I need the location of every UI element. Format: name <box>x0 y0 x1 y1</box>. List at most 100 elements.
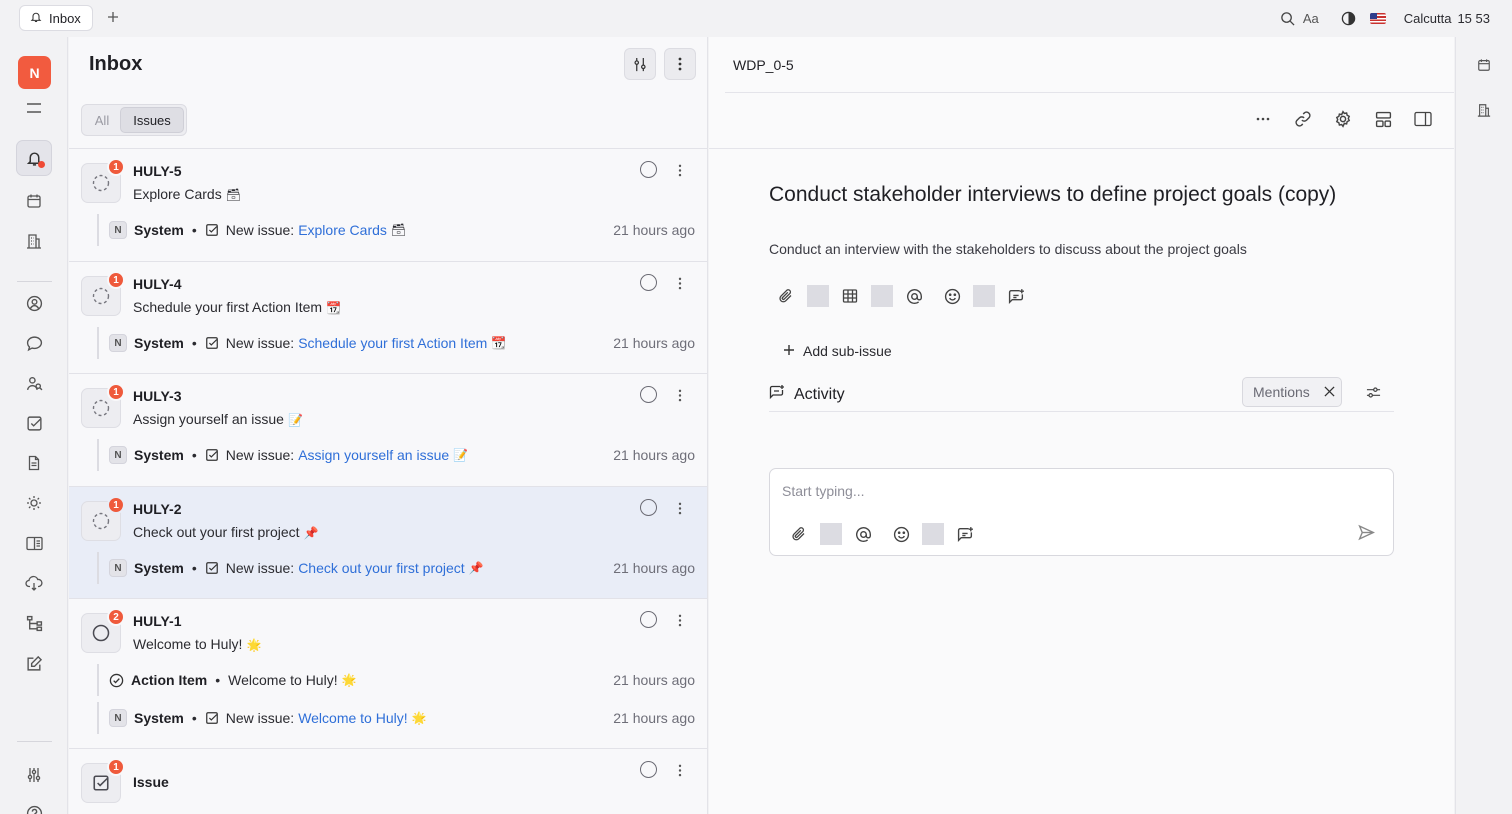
mark-read-toggle[interactable] <box>640 161 657 178</box>
inbox-more-button[interactable] <box>664 48 696 80</box>
notification-row[interactable]: N System • New issue: Schedule your firs… <box>97 327 695 359</box>
sidebar-toggle-icon[interactable] <box>1412 108 1434 130</box>
office-building-icon[interactable] <box>1476 102 1492 118</box>
issue-description[interactable]: Conduct an interview with the stakeholde… <box>769 241 1247 257</box>
add-reaction-icon[interactable] <box>954 523 976 545</box>
emoji-icon[interactable] <box>890 523 912 545</box>
card-more-button[interactable] <box>672 386 688 404</box>
tab-label: Inbox <box>49 10 81 26</box>
card-more-button[interactable] <box>672 761 688 779</box>
issue-link[interactable]: Assign yourself an issue <box>298 447 449 463</box>
issue-id[interactable]: Issue <box>133 774 169 790</box>
mark-read-toggle[interactable] <box>640 274 657 291</box>
tab-all[interactable]: All <box>84 107 120 133</box>
inbox-view-options-button[interactable] <box>624 48 656 80</box>
card-more-button[interactable] <box>672 274 688 292</box>
inbox-card[interactable]: 1 Issue <box>69 749 707 814</box>
calendar-icon[interactable] <box>1476 57 1492 73</box>
notification-row[interactable]: N System • New issue: Assign yourself an… <box>97 439 695 471</box>
documents-icon[interactable] <box>16 445 52 481</box>
calendar-icon[interactable] <box>16 183 52 219</box>
chat-icon[interactable] <box>16 325 52 361</box>
notification-row[interactable]: N System • New issue: Check out your fir… <box>97 552 695 584</box>
notification-row[interactable]: N System • New issue: Welcome to Huly! 🌟… <box>97 702 695 734</box>
issue-link[interactable]: Explore Cards <box>298 222 387 238</box>
mentions-filter-chip[interactable]: Mentions <box>1242 377 1342 407</box>
activity-filter-icon[interactable] <box>1363 382 1383 402</box>
language-flag-icon[interactable] <box>1369 12 1386 24</box>
mark-read-toggle[interactable] <box>640 761 657 778</box>
inbox-card-selected[interactable]: 1 HULY-2 Check out your first project 📌 N… <box>69 487 707 599</box>
gear-icon[interactable] <box>1332 108 1354 130</box>
mention-icon[interactable] <box>852 523 874 545</box>
layout-icon[interactable] <box>1372 108 1394 130</box>
office-building-icon[interactable] <box>16 223 52 259</box>
issue-detail-panel: WDP_0-5 Conduct stakeholder interviews t… <box>709 37 1454 814</box>
send-icon[interactable] <box>1358 524 1376 544</box>
bell-icon <box>30 11 42 26</box>
mark-read-toggle[interactable] <box>640 499 657 516</box>
issue-title: Check out your first project 📌 <box>133 524 319 540</box>
comment-composer[interactable]: Start typing... <box>769 468 1394 556</box>
inbox-filter-tabs: All Issues <box>81 104 187 136</box>
issue-id[interactable]: HULY-2 <box>133 501 182 517</box>
issue-title-field[interactable]: Conduct stakeholder interviews to define… <box>769 183 1336 207</box>
tab-issues[interactable]: Issues <box>120 107 184 133</box>
issue-id[interactable]: HULY-5 <box>133 163 182 179</box>
mark-read-toggle[interactable] <box>640 386 657 403</box>
close-icon[interactable] <box>1324 384 1335 400</box>
search-icon[interactable] <box>1280 11 1295 26</box>
more-horizontal-icon[interactable] <box>1252 108 1274 130</box>
mark-read-toggle[interactable] <box>640 611 657 628</box>
card-more-button[interactable] <box>672 499 688 517</box>
add-reaction-icon[interactable] <box>1005 285 1027 307</box>
inbox-bell-icon[interactable] <box>16 140 52 176</box>
workspace-avatar[interactable]: N <box>18 56 51 89</box>
settings-sliders-icon[interactable] <box>16 757 52 793</box>
avatar: N <box>109 709 127 727</box>
card-more-button[interactable] <box>672 161 688 179</box>
knowledge-book-icon[interactable] <box>16 525 52 561</box>
inbox-card[interactable]: 1 HULY-4 Schedule your first Action Item… <box>69 262 707 374</box>
detail-toolbar <box>1252 108 1434 130</box>
issue-id[interactable]: HULY-3 <box>133 388 182 404</box>
actor-name: System <box>134 710 184 726</box>
tab-inbox[interactable]: Inbox <box>19 5 93 31</box>
card-more-button[interactable] <box>672 611 688 629</box>
issue-identifier[interactable]: WDP_0-5 <box>733 57 794 73</box>
inbox-card[interactable]: 1 HULY-3 Assign yourself an issue 📝 N Sys… <box>69 374 707 487</box>
unread-dot <box>38 161 45 168</box>
actor-name: System <box>134 560 184 576</box>
theme-toggle-icon[interactable] <box>1341 11 1356 26</box>
notification-row[interactable]: Action Item • Welcome to Huly! 🌟 21 hour… <box>97 664 695 696</box>
timestamp: 21 hours ago <box>613 222 695 238</box>
attachment-icon[interactable] <box>775 285 797 307</box>
issue-title: Explore Cards 🗃 <box>133 186 241 202</box>
menu-icon[interactable] <box>16 90 52 126</box>
attachment-icon[interactable] <box>788 523 810 545</box>
comment-input[interactable]: Start typing... <box>782 483 864 499</box>
sun-icon[interactable] <box>16 485 52 521</box>
issue-link[interactable]: Schedule your first Action Item <box>298 335 487 351</box>
inbox-card[interactable]: 2 HULY-1 Welcome to Huly! 🌟 Action Item •… <box>69 599 707 749</box>
add-tab-button[interactable] <box>104 8 122 26</box>
issue-link[interactable]: Welcome to Huly! <box>298 710 407 726</box>
help-icon[interactable] <box>16 795 52 814</box>
issue-id[interactable]: HULY-4 <box>133 276 182 292</box>
table-icon[interactable] <box>839 285 861 307</box>
edit-note-icon[interactable] <box>16 645 52 681</box>
text-size-button[interactable]: Aa <box>1303 11 1319 26</box>
inbox-card[interactable]: 1 HULY-5 Explore Cards 🗃 N System • New i… <box>69 149 707 262</box>
cloud-drive-icon[interactable] <box>16 565 52 601</box>
mention-icon[interactable] <box>903 285 925 307</box>
notification-row[interactable]: N System • New issue: Explore Cards 🗃 21… <box>97 214 695 246</box>
add-sub-issue-button[interactable]: Add sub-issue <box>783 343 892 359</box>
contacts-icon[interactable] <box>16 285 52 321</box>
tracker-icon[interactable] <box>16 405 52 441</box>
hierarchy-icon[interactable] <box>16 605 52 641</box>
issue-link[interactable]: Check out your first project <box>298 560 465 576</box>
link-icon[interactable] <box>1292 108 1314 130</box>
issue-id[interactable]: HULY-1 <box>133 613 182 629</box>
team-icon[interactable] <box>16 365 52 401</box>
emoji-icon[interactable] <box>941 285 963 307</box>
